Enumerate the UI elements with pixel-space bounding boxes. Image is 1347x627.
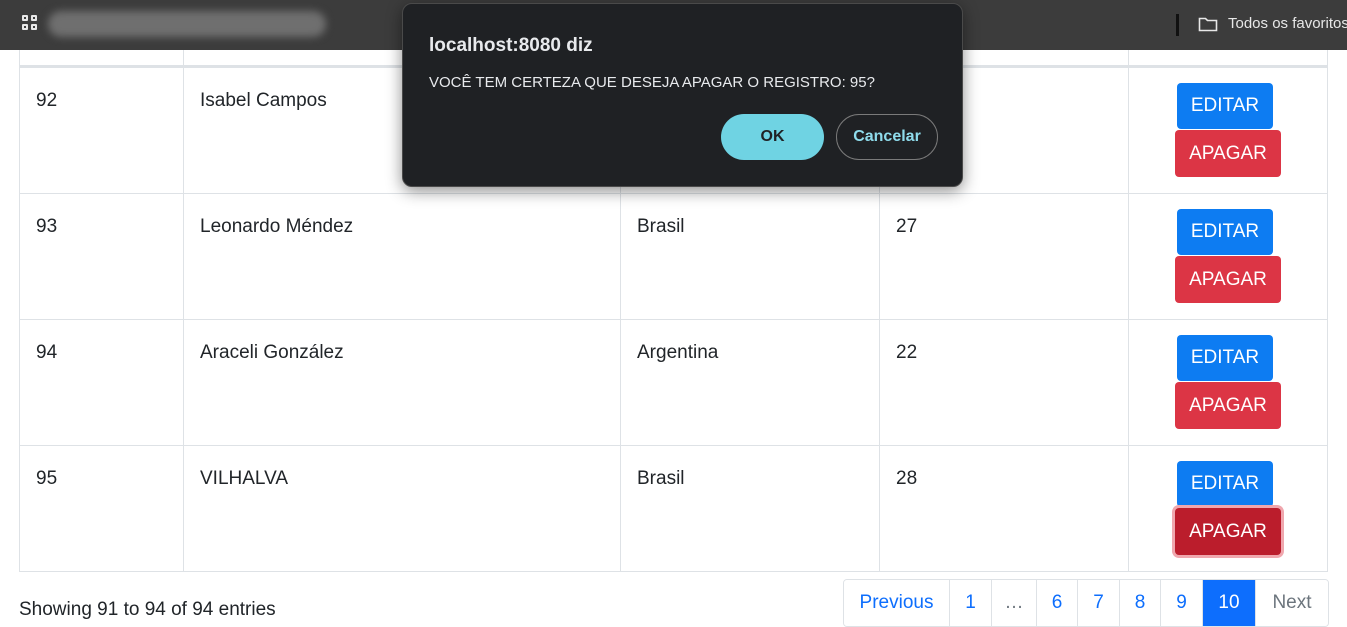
page-previous[interactable]: Previous xyxy=(844,580,950,626)
cell-actions: EDITAR APAGAR xyxy=(1128,319,1328,446)
cell-id: 93 xyxy=(19,193,184,320)
cell-id: 95 xyxy=(19,445,184,572)
page-7[interactable]: 7 xyxy=(1078,580,1120,626)
pagination: Previous 1 … 6 7 8 9 10 Next xyxy=(843,579,1329,627)
cell-actions: EDITAR APAGAR xyxy=(1128,65,1328,194)
page-6[interactable]: 6 xyxy=(1037,580,1078,626)
cell-id: 94 xyxy=(19,319,184,446)
cell-country: Brasil xyxy=(620,445,880,572)
table-info: Showing 91 to 94 of 94 entries xyxy=(19,599,276,620)
cell-actions: EDITAR APAGAR xyxy=(1128,445,1328,572)
ok-button[interactable]: OK xyxy=(721,114,824,160)
bookmarks-divider xyxy=(1176,14,1179,36)
cell-country: Argentina xyxy=(620,319,880,446)
delete-button[interactable]: APAGAR xyxy=(1175,256,1281,303)
edit-button[interactable]: EDITAR xyxy=(1177,209,1273,255)
cell-name: Araceli González xyxy=(183,319,621,446)
edit-button[interactable]: EDITAR xyxy=(1177,83,1273,129)
page-8[interactable]: 8 xyxy=(1120,580,1161,626)
redacted-bookmarks xyxy=(48,11,326,37)
cell-actions: EDITAR APAGAR xyxy=(1128,193,1328,320)
page-ellipsis: … xyxy=(992,580,1037,626)
dialog-title: localhost:8080 diz xyxy=(429,35,593,56)
folder-icon xyxy=(1198,17,1218,32)
table-row: 93 Leonardo Méndez Brasil 27 EDITAR APAG… xyxy=(19,193,1328,320)
page-next[interactable]: Next xyxy=(1256,580,1328,626)
cell-age: 28 xyxy=(879,445,1129,572)
cancel-button[interactable]: Cancelar xyxy=(836,114,938,160)
cell-age: 27 xyxy=(879,193,1129,320)
apps-grid-icon[interactable] xyxy=(22,15,42,35)
dialog-message: VOCÊ TEM CERTEZA QUE DESEJA APAGAR O REG… xyxy=(429,74,875,91)
delete-button-focused[interactable]: APAGAR xyxy=(1175,508,1281,555)
cell-country: Brasil xyxy=(620,193,880,320)
edit-button[interactable]: EDITAR xyxy=(1177,335,1273,381)
delete-button[interactable]: APAGAR xyxy=(1175,382,1281,429)
table-row: 94 Araceli González Argentina 22 EDITAR … xyxy=(19,319,1328,446)
cell-id: 92 xyxy=(19,65,184,194)
table-row: 95 VILHALVA Brasil 28 EDITAR APAGAR xyxy=(19,445,1328,572)
edit-button[interactable]: EDITAR xyxy=(1177,461,1273,507)
page-9[interactable]: 9 xyxy=(1161,580,1203,626)
all-favorites-link[interactable]: Todos os favoritos xyxy=(1228,15,1347,32)
cell-name: VILHALVA xyxy=(183,445,621,572)
cell-name: Leonardo Méndez xyxy=(183,193,621,320)
cell-age: 22 xyxy=(879,319,1129,446)
page-1[interactable]: 1 xyxy=(950,580,992,626)
delete-button[interactable]: APAGAR xyxy=(1175,130,1281,177)
confirm-dialog: localhost:8080 diz VOCÊ TEM CERTEZA QUE … xyxy=(402,3,963,187)
page-10[interactable]: 10 xyxy=(1203,580,1256,626)
